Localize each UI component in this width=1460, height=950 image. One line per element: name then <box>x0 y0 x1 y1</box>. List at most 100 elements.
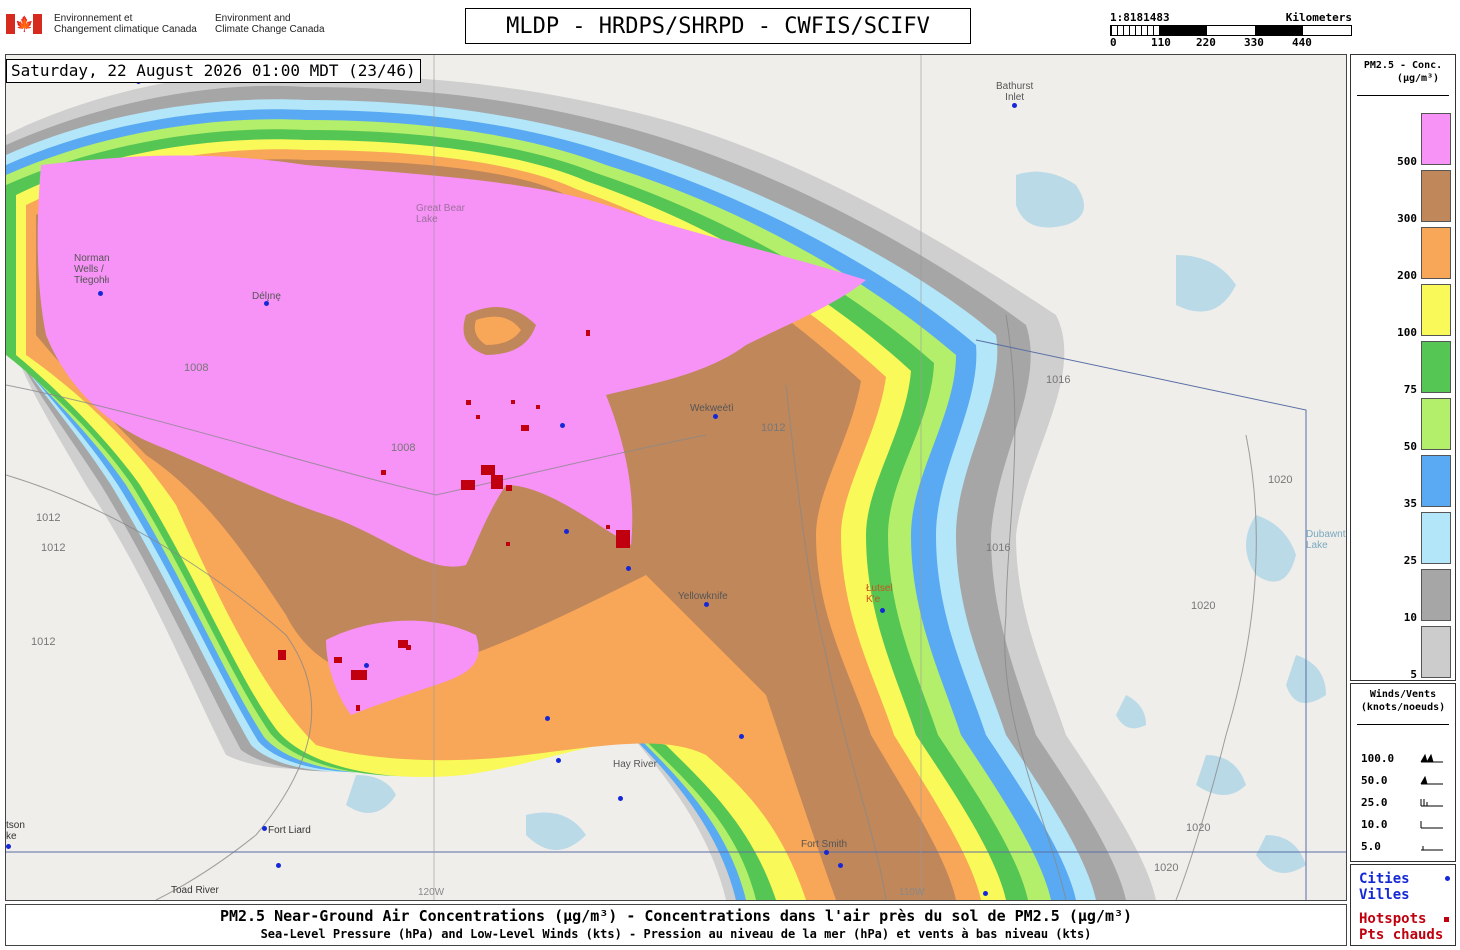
city-marker <box>880 608 885 613</box>
pm25-swatch-label: 75 <box>1403 383 1417 396</box>
isobar-label: 1012 <box>41 542 66 554</box>
scale-tick: 220 <box>1196 36 1216 49</box>
caption-line-2: Sea-Level Pressure (hPa) and Low-Level W… <box>260 927 1092 941</box>
city-marker <box>824 850 829 855</box>
hotspot-square-icon <box>1444 917 1449 922</box>
place-label: Fort Liard <box>268 825 311 836</box>
pm25-swatch <box>1421 455 1451 507</box>
isobar-label: 1012 <box>31 636 56 648</box>
city-marker <box>6 844 11 849</box>
city-marker <box>1012 103 1017 108</box>
wind-row: 10.0 <box>1361 818 1451 832</box>
pm25-swatch-label: 100 <box>1397 326 1417 339</box>
pm25-swatch-label: 50 <box>1403 440 1417 453</box>
pm25-swatch <box>1421 512 1451 564</box>
city-marker <box>262 826 267 831</box>
city-marker <box>364 663 369 668</box>
pm25-swatch <box>1421 170 1451 222</box>
isobar-label: 1008 <box>391 442 416 454</box>
isobar-label: 1020 <box>1154 862 1179 874</box>
department-name-fr: Environnement et Changement climatique C… <box>54 13 197 35</box>
pm25-swatch <box>1421 569 1451 621</box>
caption-line-1: PM2.5 Near-Ground Air Concentrations (µg… <box>219 907 1133 925</box>
pm25-swatch <box>1421 284 1451 336</box>
wind-barb-icon <box>1420 775 1443 785</box>
place-label: Bathurst Inlet <box>996 81 1034 103</box>
pm25-swatch <box>1421 227 1451 279</box>
isobar-label: 1016 <box>986 542 1011 554</box>
isobar-label: 1020 <box>1191 600 1216 612</box>
place-label: Toad River <box>171 885 219 896</box>
city-dot-icon <box>1445 876 1450 881</box>
place-label: Hay River <box>613 759 657 770</box>
city-marker <box>564 529 569 534</box>
place-label: Łutsel K'e <box>866 583 893 605</box>
pm25-swatch-label: 10 <box>1403 611 1417 624</box>
pm25-swatch <box>1421 113 1451 165</box>
place-label: Great Bear Lake <box>416 203 465 225</box>
city-marker <box>276 863 281 868</box>
place-label: Yellowknife <box>678 591 728 602</box>
wind-barb-icon <box>1420 753 1443 763</box>
department-name-en: Environment and Climate Change Canada <box>215 13 325 35</box>
city-marker <box>739 734 744 739</box>
wind-barb-icon <box>1421 846 1443 851</box>
wind-barb-icon <box>1420 821 1443 829</box>
city-marker <box>983 891 988 896</box>
city-marker <box>264 301 269 306</box>
wind-row: 50.0 <box>1361 774 1451 788</box>
place-label: Fort Smith <box>801 839 848 850</box>
wind-row: 25.0 <box>1361 796 1451 810</box>
scale-tick: 110 <box>1151 36 1171 49</box>
scale-bar: 1:8181483 Kilometers 0 110 220 330 440 <box>1110 11 1352 51</box>
pm25-swatch-label: 200 <box>1397 269 1417 282</box>
isobar-label: 1012 <box>36 512 61 524</box>
wind-legend: Winds/Vents (knots/noeuds) 100.0 50.0 25… <box>1350 683 1456 862</box>
scale-tick: 440 <box>1292 36 1312 49</box>
government-wordmark: 🍁 Environnement et Changement climatique… <box>6 12 336 42</box>
pm25-swatch-label: 500 <box>1397 155 1417 168</box>
longitude-label: 110W <box>899 887 925 898</box>
city-marker <box>626 566 631 571</box>
city-marker <box>618 796 623 801</box>
scale-tick: 330 <box>1244 36 1264 49</box>
place-label: Dubawnt Lake <box>1306 529 1346 551</box>
map-canvas[interactable]: Bathurst Inlet Norman Wells / Tłegohłı D… <box>5 54 1347 901</box>
scale-unit: Kilometers <box>1285 11 1352 24</box>
pm25-swatch <box>1421 626 1451 678</box>
pm25-swatch-label: 300 <box>1397 212 1417 225</box>
city-marker <box>98 291 103 296</box>
place-label: Wekweètì <box>690 403 734 414</box>
place-label: Norman Wells / Tłegohłı <box>74 253 110 286</box>
scale-bar-graphic <box>1110 25 1352 36</box>
isobar-label: 1012 <box>761 422 786 434</box>
city-marker <box>556 758 561 763</box>
pm25-swatch <box>1421 398 1451 450</box>
forecast-timestamp: Saturday, 22 August 2026 01:00 MDT (23/4… <box>6 59 421 83</box>
pm25-swatch-label: 25 <box>1403 554 1417 567</box>
isobar-label: 1008 <box>184 362 209 374</box>
pm25-swatch <box>1421 341 1451 393</box>
place-label: tson ke <box>6 820 25 842</box>
canada-flag-icon: 🍁 <box>6 14 42 34</box>
isobar-label: 1016 <box>1046 374 1071 386</box>
symbols-legend: Cities Villes Hotspots Pts chauds <box>1350 864 1456 946</box>
city-marker <box>838 863 843 868</box>
pm25-swatch-label: 35 <box>1403 497 1417 510</box>
city-marker <box>704 602 709 607</box>
pm25-swatch-label: 5 <box>1410 668 1417 681</box>
isobar-label: 1020 <box>1186 822 1211 834</box>
product-title: MLDP - HRDPS/SHRPD - CWFIS/SCIFV <box>465 8 971 44</box>
hotspots-legend-label: Hotspots Pts chauds <box>1359 911 1444 943</box>
pm25-legend-title: PM2.5 - Conc. (µg/m³) <box>1363 60 1443 84</box>
isobar-label: 1020 <box>1268 474 1293 486</box>
cities-legend-label: Cities Villes <box>1359 871 1410 903</box>
wind-barb-icon <box>1420 799 1443 807</box>
map-caption: PM2.5 Near-Ground Air Concentrations (µg… <box>5 904 1347 946</box>
wind-legend-title: Winds/Vents (knots/noeuds) <box>1360 689 1446 713</box>
longitude-label: 120W <box>418 887 445 898</box>
city-marker <box>713 414 718 419</box>
city-marker <box>560 423 565 428</box>
scale-tick: 0 <box>1110 36 1117 49</box>
wind-row: 100.0 <box>1361 752 1451 766</box>
